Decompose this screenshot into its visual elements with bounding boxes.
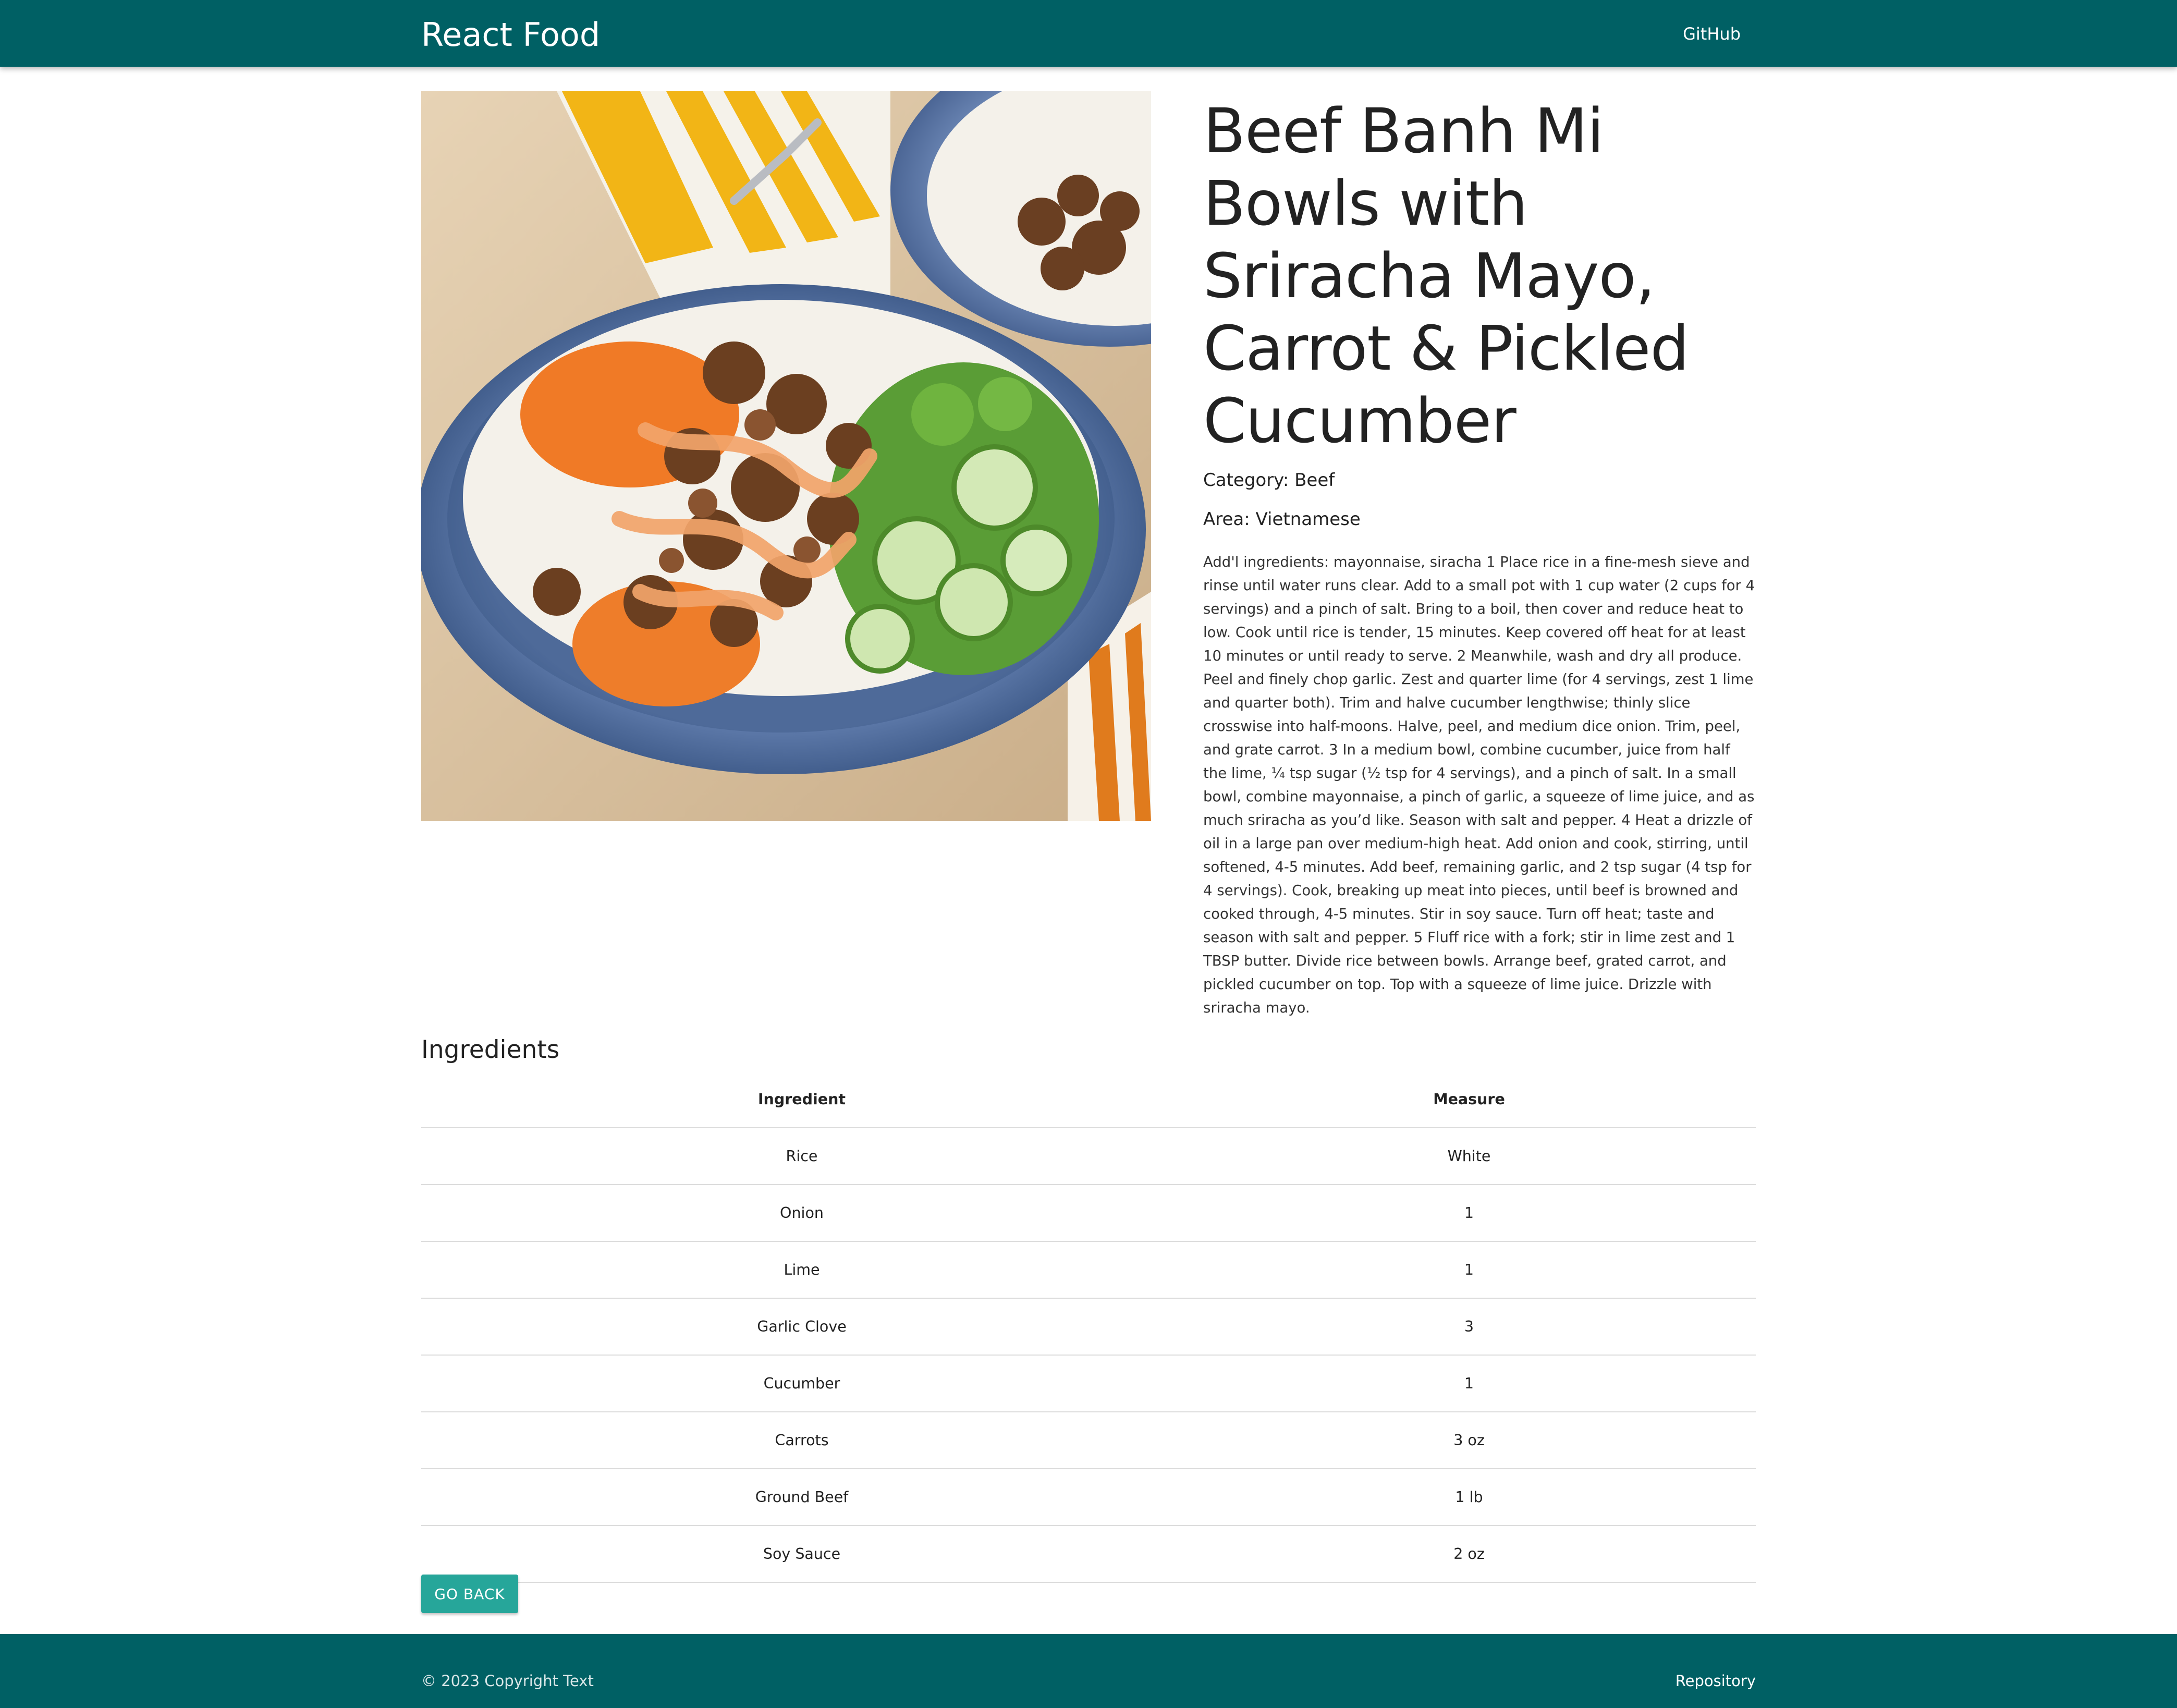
measure-cell: 3 oz bbox=[1182, 1412, 1756, 1469]
column-header-measure: Measure bbox=[1182, 1071, 1756, 1128]
ingredient-cell: Cucumber bbox=[421, 1355, 1182, 1412]
recipe-instructions: Add'l ingredients: mayonnaise, siracha 1… bbox=[1203, 554, 1755, 1016]
github-link[interactable]: GitHub bbox=[1683, 23, 1741, 44]
measure-cell: 2 oz bbox=[1182, 1526, 1756, 1583]
ingredients-heading: Ingredients bbox=[421, 1035, 560, 1064]
top-navbar: React Food GitHub bbox=[0, 0, 2177, 67]
table-row: Onion 1 bbox=[421, 1185, 1756, 1242]
measure-cell: 1 bbox=[1182, 1185, 1756, 1242]
table-row: Rice White bbox=[421, 1128, 1756, 1185]
brand-logo-link[interactable]: React Food bbox=[421, 16, 600, 54]
table-row: Garlic Clove 3 bbox=[421, 1298, 1756, 1356]
repository-link[interactable]: Repository bbox=[1675, 1672, 1756, 1690]
measure-cell: 1 lb bbox=[1182, 1469, 1756, 1526]
ingredient-cell: Ground Beef bbox=[421, 1469, 1182, 1526]
table-row: Carrots 3 oz bbox=[421, 1412, 1756, 1469]
measure-cell: White bbox=[1182, 1128, 1756, 1185]
measure-cell: 1 bbox=[1182, 1355, 1756, 1412]
table-row: Lime 1 bbox=[421, 1241, 1756, 1299]
page-footer: © 2023 Copyright Text Repository bbox=[0, 1634, 2177, 1708]
ingredient-cell: Rice bbox=[421, 1128, 1182, 1185]
recipe-image bbox=[421, 91, 1151, 821]
recipe-category: Category: Beef bbox=[1203, 470, 1335, 491]
ingredient-cell: Soy Sauce bbox=[421, 1526, 1182, 1583]
measure-cell: 1 bbox=[1182, 1241, 1756, 1299]
ingredient-cell: Garlic Clove bbox=[421, 1298, 1182, 1356]
recipe-details: Beef Banh Mi Bowls with Sriracha Mayo, C… bbox=[1203, 95, 1756, 1020]
copyright-text: © 2023 Copyright Text bbox=[421, 1672, 594, 1690]
table-row: Soy Sauce 2 oz bbox=[421, 1526, 1756, 1583]
recipe-title: Beef Banh Mi Bowls with Sriracha Mayo, C… bbox=[1203, 95, 1689, 457]
table-row: Ground Beef 1 lb bbox=[421, 1469, 1756, 1526]
table-row: Cucumber 1 bbox=[421, 1355, 1756, 1412]
measure-cell: 3 bbox=[1182, 1298, 1756, 1356]
ingredients-table: Ingredient Measure Rice White Onion 1 Li… bbox=[421, 1071, 1756, 1583]
recipe-area: Area: Vietnamese bbox=[1203, 509, 1361, 530]
column-header-ingredient: Ingredient bbox=[421, 1071, 1182, 1128]
ingredient-cell: Lime bbox=[421, 1241, 1182, 1299]
ingredient-cell: Carrots bbox=[421, 1412, 1182, 1469]
go-back-button[interactable]: GO BACK bbox=[421, 1575, 518, 1613]
table-header-row: Ingredient Measure bbox=[421, 1071, 1756, 1128]
ingredient-cell: Onion bbox=[421, 1185, 1182, 1242]
